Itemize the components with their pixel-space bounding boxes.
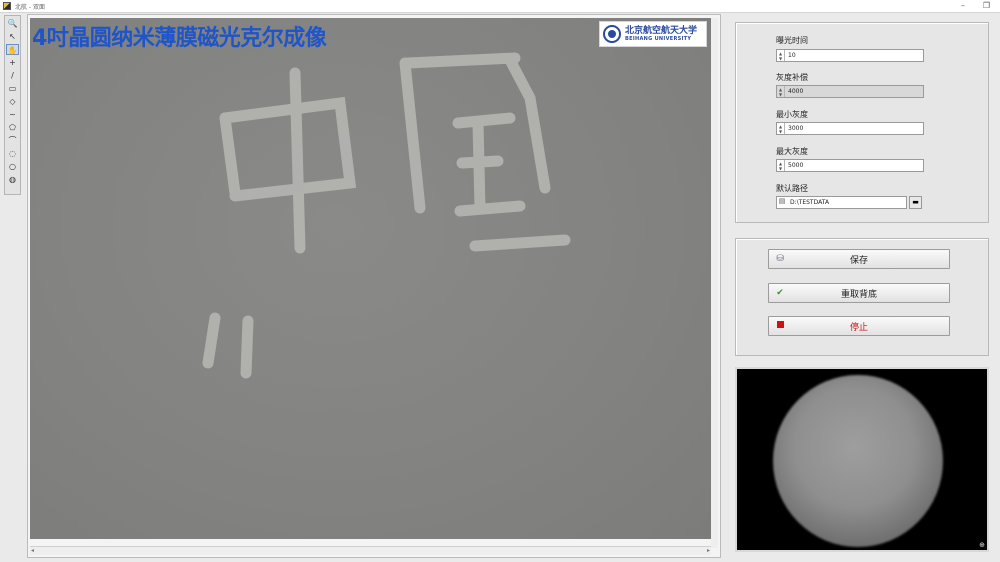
exposure-field[interactable]: ▲ ▼ 10 xyxy=(776,49,924,62)
oval-tool-icon[interactable]: ○ xyxy=(6,161,19,172)
university-seal-icon xyxy=(603,25,621,43)
exposure-label: 曝光时间 xyxy=(776,36,808,45)
max-gray-stepper-icon[interactable]: ▲ ▼ xyxy=(777,160,785,171)
path-label: 默认路径 xyxy=(776,184,808,193)
checkmark-icon: ✔ xyxy=(776,288,784,298)
max-gray-label: 最大灰度 xyxy=(776,147,808,156)
scroll-right-icon[interactable]: ▸ xyxy=(707,547,710,554)
horizontal-scrollbar[interactable]: ◂ ▸ xyxy=(30,546,711,555)
max-gray-field[interactable]: ▲ ▼ 5000 xyxy=(776,159,924,172)
point-tool-icon[interactable]: ◍ xyxy=(6,174,19,185)
max-gray-value: 5000 xyxy=(788,162,804,169)
app-icon xyxy=(3,2,11,10)
scroll-left-icon[interactable]: ◂ xyxy=(31,547,34,554)
gain-field: ▲ ▼ 4000 xyxy=(776,85,924,98)
stop-square-icon xyxy=(773,321,787,331)
wafer-preview[interactable]: ⊕ xyxy=(735,367,989,552)
image-display: 4吋晶圆纳米薄膜磁光克尔成像 北京航空航天大学 BEIHANG UNIVERSI… xyxy=(27,14,721,558)
minimize-button[interactable]: – xyxy=(961,2,965,10)
tools-palette: 🔍 ↖ ✋ + / ▭ ◇ ~ ⬠ ⌒ ◌ ○ ◍ xyxy=(4,15,21,195)
action-panel: ⛁ 保存 ✔ 重取背底 停止 xyxy=(735,238,989,356)
exposure-value: 10 xyxy=(788,52,796,59)
path-type-icon: ▤ xyxy=(778,197,786,205)
university-logo: 北京航空航天大学 BEIHANG UNIVERSITY xyxy=(599,21,707,47)
save-button-label: 保存 xyxy=(849,255,868,266)
min-gray-stepper-icon[interactable]: ▲ ▼ xyxy=(777,123,785,134)
reacquire-button-label: 重取背底 xyxy=(840,289,877,300)
stop-button-label: 停止 xyxy=(849,322,868,333)
rectangle-tool-icon[interactable]: ▭ xyxy=(6,83,19,94)
kerr-image-pattern xyxy=(202,52,571,379)
exposure-stepper-icon[interactable]: ▲ ▼ xyxy=(777,50,785,61)
line-tool-icon[interactable]: / xyxy=(6,70,19,81)
image-title: 4吋晶圆纳米薄膜磁光克尔成像 xyxy=(32,26,327,51)
save-button[interactable]: ⛁ 保存 xyxy=(768,249,950,269)
browse-folder-icon[interactable]: ▬ xyxy=(909,196,922,209)
camera-image[interactable]: 4吋晶圆纳米薄膜磁光克尔成像 北京航空航天大学 BEIHANG UNIVERSI… xyxy=(30,18,711,539)
logo-cn-text: 北京航空航天大学 xyxy=(625,25,698,36)
stop-button[interactable]: 停止 xyxy=(768,316,950,336)
pointer-tool-icon[interactable]: ↖ xyxy=(6,31,19,42)
annulus-tool-icon[interactable]: ◌ xyxy=(6,148,19,159)
crosshair-tool-icon[interactable]: + xyxy=(6,57,19,68)
restore-button[interactable]: ❐ xyxy=(983,2,990,10)
logo-en-text: BEIHANG UNIVERSITY xyxy=(625,35,692,42)
vertical-scrollbar[interactable] xyxy=(711,18,718,548)
min-gray-value: 3000 xyxy=(788,125,804,132)
min-gray-label: 最小灰度 xyxy=(776,110,808,119)
parameter-panel: 曝光时间 ▲ ▼ 10 灰度补偿 ▲ ▼ 4000 最小灰度 ▲ ▼ 3000 最大灰… xyxy=(735,22,989,223)
path-field[interactable]: ▤ D:\TESTDATA xyxy=(776,196,907,209)
wafer-image xyxy=(773,375,943,547)
rotated-rect-tool-icon[interactable]: ◇ xyxy=(6,96,19,107)
window-title: 北航 - 双面 xyxy=(15,3,45,11)
gain-stepper-icon: ▲ ▼ xyxy=(777,86,785,97)
curve-tool-icon[interactable]: ⌒ xyxy=(6,135,19,146)
gain-value: 4000 xyxy=(788,88,804,95)
freehand-tool-icon[interactable]: ~ xyxy=(6,109,19,120)
pan-tool-icon[interactable]: ✋ xyxy=(6,44,19,55)
polygon-tool-icon[interactable]: ⬠ xyxy=(6,122,19,133)
min-gray-field[interactable]: ▲ ▼ 3000 xyxy=(776,122,924,135)
window-titlebar: 北航 - 双面 – ❐ xyxy=(0,0,1000,13)
reacquire-background-button[interactable]: ✔ 重取背底 xyxy=(768,283,950,303)
zoom-corner-icon[interactable]: ⊕ xyxy=(979,541,985,549)
zoom-tool-icon[interactable]: 🔍 xyxy=(6,18,19,29)
gain-label: 灰度补偿 xyxy=(776,73,808,82)
path-value: D:\TESTDATA xyxy=(790,199,830,206)
save-disk-icon: ⛁ xyxy=(776,254,784,264)
